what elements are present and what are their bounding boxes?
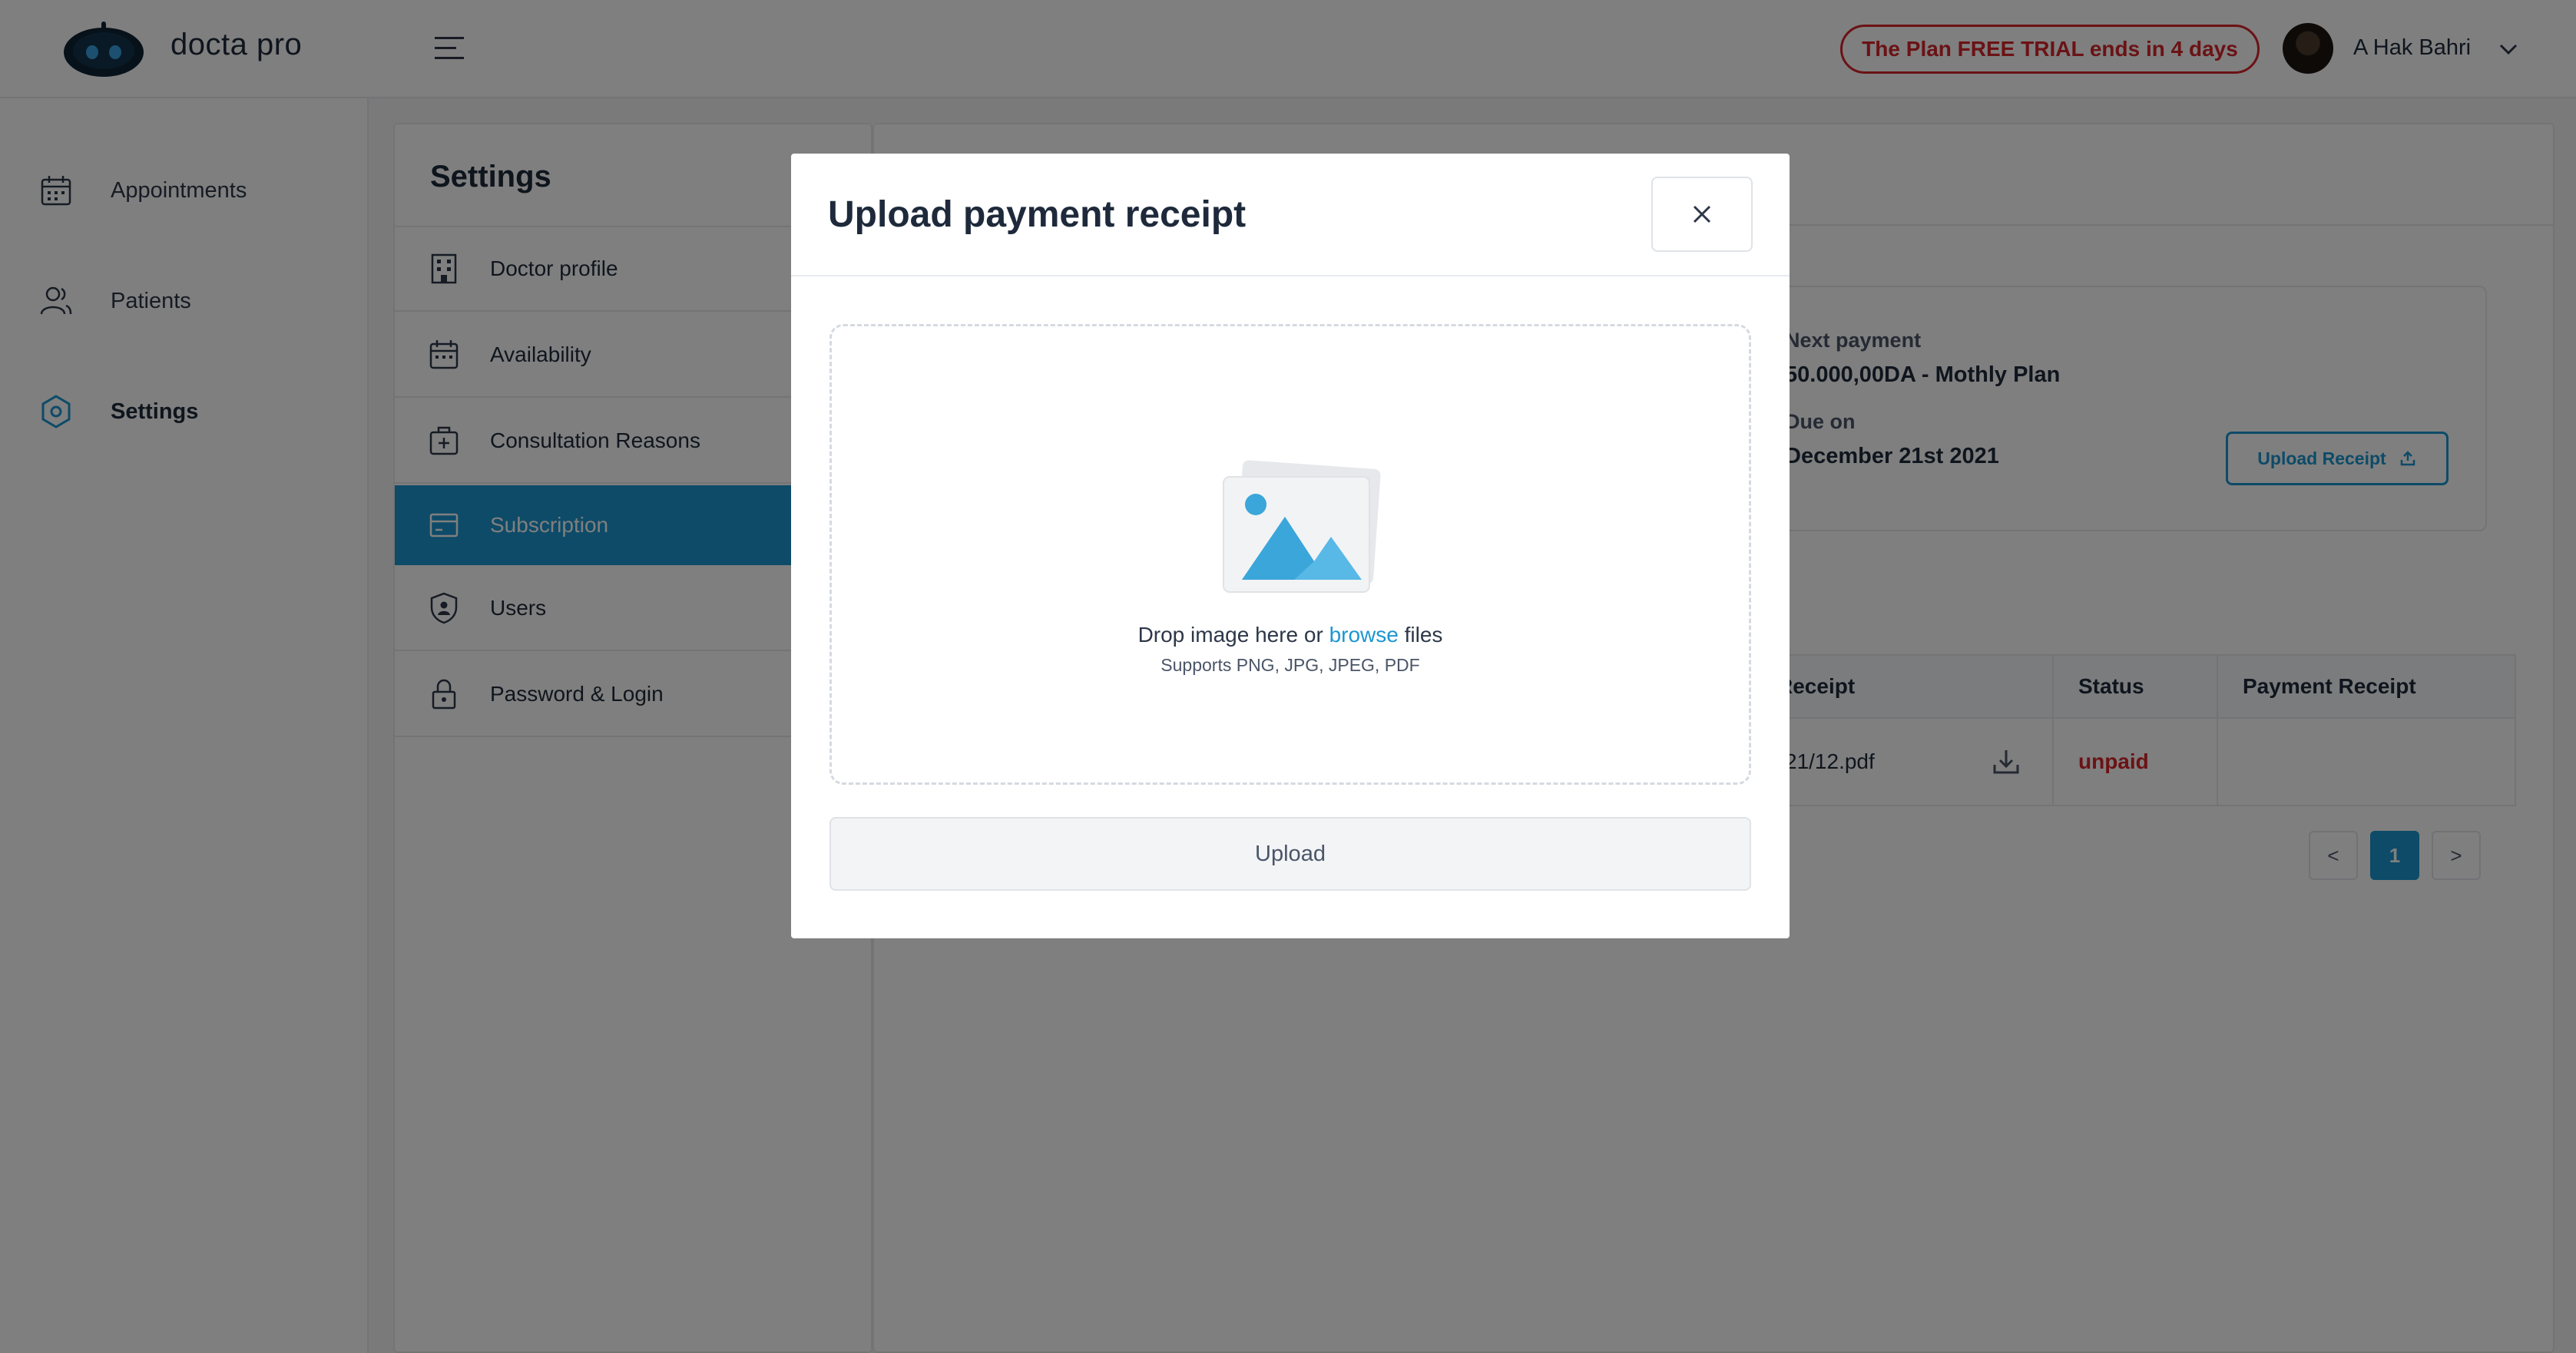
modal-title: Upload payment receipt [828, 194, 1247, 235]
browse-link[interactable]: browse [1329, 623, 1399, 647]
drop-instructions: Drop image here or browse files [832, 623, 1749, 647]
drop-text-suffix: files [1404, 623, 1443, 647]
close-icon [1693, 205, 1711, 223]
image-placeholder-icon [1223, 460, 1381, 593]
drop-text: Drop image here or [1137, 623, 1323, 647]
file-dropzone[interactable]: Drop image here or browse files Supports… [829, 324, 1751, 785]
divider [791, 275, 1790, 276]
supported-formats: Supports PNG, JPG, JPEG, PDF [1161, 655, 1420, 675]
upload-button[interactable]: Upload [829, 817, 1751, 891]
close-button[interactable] [1651, 177, 1753, 252]
upload-receipt-modal: Upload payment receipt Drop image here o… [791, 154, 1790, 938]
